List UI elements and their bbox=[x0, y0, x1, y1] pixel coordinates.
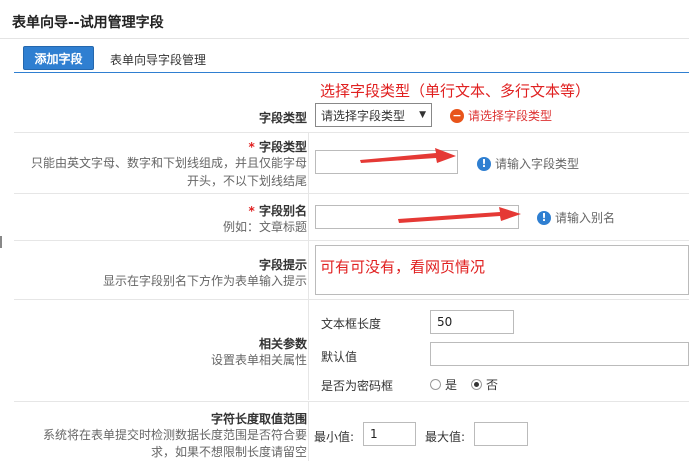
arrow-icon bbox=[360, 148, 456, 163]
arrow-icon bbox=[398, 207, 521, 223]
annotation-arrows bbox=[360, 148, 521, 223]
